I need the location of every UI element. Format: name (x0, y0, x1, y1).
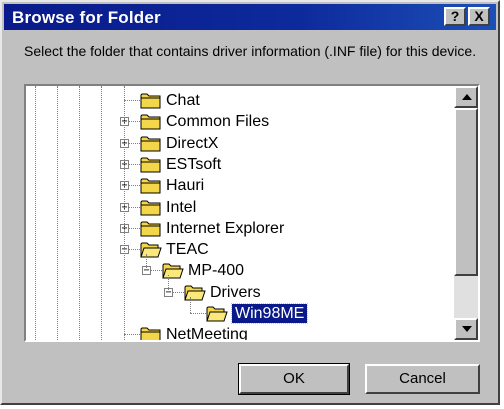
tree-item-label: MP-400 (188, 262, 245, 280)
tree-item[interactable]: + DirectX (26, 133, 454, 154)
tree-item-label: Intel (166, 198, 197, 216)
folder-icon (140, 241, 162, 258)
scrollbar-thumb[interactable] (454, 108, 478, 276)
tree-connector (124, 86, 125, 340)
tree-item[interactable]: − Drivers (26, 282, 454, 303)
tree-item-label: Common Files (166, 113, 270, 131)
tree-connector (168, 275, 169, 292)
folder-icon (140, 113, 162, 130)
tree-connector (124, 100, 140, 101)
folder-icon (140, 156, 162, 173)
tree-connector (190, 296, 191, 313)
close-button[interactable]: X (468, 7, 490, 26)
tree-item-label: DirectX (166, 134, 219, 152)
folder-icon (184, 284, 206, 301)
tree-item-label: Win98ME (230, 303, 309, 324)
open-folder-icon (206, 305, 228, 322)
folder-tree[interactable]: Chat + Common Files + DirectX + ESTsoft + Ha… (24, 84, 480, 342)
tree-item-label: Hauri (166, 177, 205, 195)
scroll-down-button[interactable] (454, 318, 478, 340)
tree-item[interactable]: − MP-400 (26, 260, 454, 281)
arrow-down-icon (462, 326, 472, 332)
help-button[interactable]: ? (444, 7, 466, 26)
tree-item[interactable]: Chat (26, 90, 454, 111)
folder-icon (140, 199, 162, 216)
tree-item[interactable]: + Internet Explorer (26, 218, 454, 239)
arrow-up-icon (462, 94, 472, 100)
tree-item[interactable]: + Common Files (26, 111, 454, 132)
folder-tree-canvas: Chat + Common Files + DirectX + ESTsoft + Ha… (26, 86, 454, 340)
tree-item[interactable]: + Intel (26, 197, 454, 218)
tree-item-label: Drivers (210, 283, 261, 301)
tree-item-label: TEAC (166, 241, 209, 259)
tree-connector (190, 313, 206, 314)
folder-icon (140, 135, 162, 152)
tree-item[interactable]: NetMeeting (26, 324, 454, 340)
scroll-up-button[interactable] (454, 86, 478, 108)
folder-icon (140, 177, 162, 194)
cancel-button[interactable]: Cancel (365, 364, 480, 394)
tree-vertical-scrollbar[interactable] (454, 86, 478, 340)
tree-item[interactable]: − TEAC (26, 239, 454, 260)
folder-icon (162, 262, 184, 279)
tree-item-label: Internet Explorer (166, 219, 285, 237)
folder-icon (140, 92, 162, 109)
tree-connector (146, 254, 147, 271)
tree-item[interactable]: + ESTsoft (26, 154, 454, 175)
window-title: Browse for Folder (12, 8, 161, 27)
folder-icon (140, 326, 162, 340)
tree-connector (124, 334, 140, 336)
folder-icon (140, 220, 162, 237)
instruction-text: Select the folder that contains driver i… (24, 43, 477, 59)
tree-item[interactable]: Win98ME (26, 303, 454, 324)
tree-item-label: NetMeeting (166, 326, 248, 340)
ok-button[interactable]: OK (238, 363, 350, 395)
browse-for-folder-dialog: Browse for Folder ? X Select the folder … (0, 0, 500, 405)
tree-item-label: ESTsoft (166, 155, 222, 173)
tree-item-label: Chat (166, 92, 200, 109)
tree-item[interactable]: + Hauri (26, 175, 454, 196)
title-bar[interactable]: Browse for Folder ? X (4, 4, 496, 30)
